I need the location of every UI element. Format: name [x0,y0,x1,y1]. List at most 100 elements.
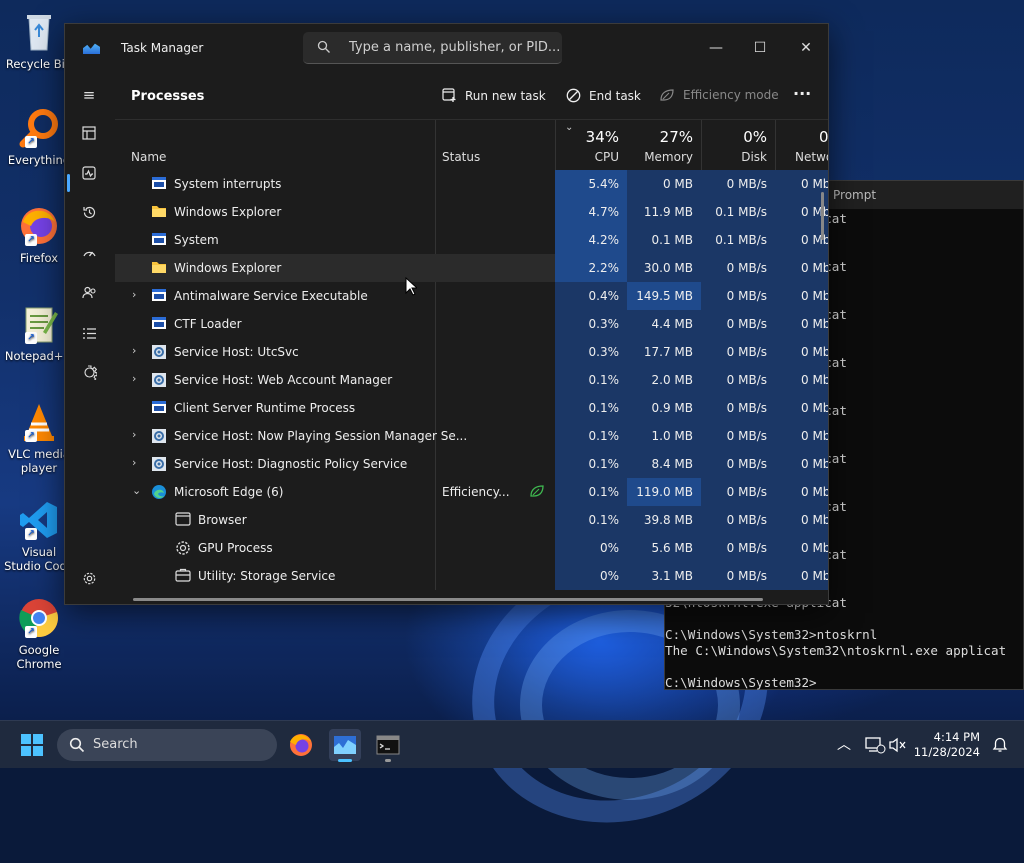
sort-chevron-icon: ⌄ [565,122,574,133]
memory-cell: 17.7 MB [627,338,701,366]
services-nav-icon[interactable] [78,364,100,386]
show-hidden-icons-chevron-icon[interactable]: ︿ [828,729,860,761]
process-row[interactable]: › Service Host: Web Account Manager 0.1% 2.… [115,366,828,394]
notification-bell-icon[interactable] [984,729,1016,761]
process-name: System interrupts [174,177,282,191]
network-cell: 0 Mbps [775,478,828,506]
memory-column-header[interactable]: 27% Memory [627,120,701,170]
memory-cell: 8.4 MB [627,450,701,478]
task-manager-logo-icon [83,43,100,54]
cpu-cell: 2.2% [555,254,627,282]
end-task-button[interactable]: End task [565,88,641,104]
process-status: Efficiency... [442,485,510,499]
folder-icon [151,204,167,218]
taskbar-terminal-button[interactable] [372,729,404,762]
cmd-title: Prompt [833,188,877,202]
system-window-icon [151,288,167,302]
disk-column-label: Disk [741,150,767,164]
more-options-button[interactable]: ··· [793,84,811,103]
process-row[interactable]: Utility: Storage Service 0% 3.1 MB 0 MB/s 0 … [115,562,828,590]
process-row[interactable]: › Service Host: Diagnostic Policy Service… [115,450,828,478]
process-row[interactable]: Browser 0.1%39.8 MB0 MB/s0 Mbps [115,506,828,534]
shortcut-arrow-icon: ↗ [25,430,37,442]
search-box[interactable]: Type a name, publisher, or PID... [303,32,562,64]
process-row[interactable]: GPU Process 0%5.6 MB0 MB/s0 Mbps [115,534,828,562]
process-row[interactable]: ⌄ Microsoft Edge (6) Efficiency... 0.1% 119.… [115,478,828,506]
users-nav-icon[interactable] [78,284,100,306]
processes-nav-icon[interactable] [78,124,100,146]
settings-gear-icon[interactable] [78,570,100,592]
network-column-label: Network [795,150,828,164]
disk-cell: 0 MB/s [701,506,775,534]
maximize-button[interactable]: ☐ [745,34,775,62]
process-row[interactable]: Windows Explorer 2.2%30.0 MB0 MB/s0 Mbps [115,254,828,282]
process-name: Client Server Runtime Process [174,401,356,415]
minimize-button[interactable]: — [701,34,731,62]
process-row[interactable]: Windows Explorer4.7%11.9 MB0.1 MB/s0 Mbp… [115,198,828,226]
command-prompt-icon [376,735,400,755]
network-cell: 0 Mbps [775,366,828,394]
end-task-icon [565,88,581,104]
volume-muted-icon[interactable] [882,729,914,761]
startup-apps-nav-icon[interactable] [78,244,100,266]
vertical-scrollbar[interactable] [821,192,824,240]
taskbar-task-manager-button[interactable] [329,729,361,762]
vlc-icon: ↗ [17,400,61,444]
expand-chevron-right-icon[interactable]: › [132,372,136,385]
network-cell: 0 Mbps [775,506,828,534]
run-new-task-button[interactable]: Run new task [441,88,546,104]
horizontal-scrollbar[interactable] [133,598,763,601]
expand-chevron-down-icon[interactable]: ⌄ [132,484,141,497]
recycle-bin-icon [17,10,61,54]
cpu-column-header[interactable]: ⌄ 34% CPU [555,120,627,170]
status-column-header[interactable]: Status [435,120,555,170]
process-row[interactable]: System interrupts5.4%0 MB0 MB/s0 Mbps [115,170,828,198]
vscode-icon: ↗ [17,498,61,542]
task-manager-window[interactable]: Task Manager Type a name, publisher, or … [64,23,829,605]
system-clock[interactable]: 4:14 PM 11/28/2024 [914,730,980,760]
cpu-cell: 0.3% [555,310,627,338]
command-bar: Processes Run new task End task Efficien… [115,72,828,120]
taskbar-firefox-button[interactable] [285,729,317,761]
close-button[interactable]: ✕ [791,34,821,62]
hamburger-menu-icon[interactable]: ≡ [78,84,100,106]
expand-chevron-right-icon[interactable]: › [132,288,136,301]
shortcut-arrow-icon: ↗ [25,528,37,540]
disk-total: 0% [743,128,767,146]
process-row[interactable]: › Service Host: Now Playing Session Manag… [115,422,828,450]
expand-chevron-right-icon[interactable]: › [132,456,136,469]
title-bar[interactable]: Task Manager Type a name, publisher, or … [65,24,828,72]
gear-icon [151,372,167,387]
taskbar-search-box[interactable]: Search [57,729,277,761]
details-nav-icon[interactable] [78,324,100,346]
cpu-cell: 0.1% [555,366,627,394]
cpu-cell: 4.2% [555,226,627,254]
desktop-icon-chrome[interactable]: ↗ Google Chrome [4,596,74,671]
system-window-icon [151,176,167,190]
process-row[interactable]: › Antimalware Service Executable 0.4% 149.5… [115,282,828,310]
process-list[interactable]: System interrupts5.4%0 MB0 MB/s0 MbpsWin… [115,170,828,590]
network-cell: 0 Mbps [775,254,828,282]
process-row[interactable]: System4.2%0.1 MB0.1 MB/s0 Mbps [115,226,828,254]
memory-cell: 3.1 MB [627,562,701,590]
process-row[interactable]: Client Server Runtime Process 0.1% 0.9 MB 0… [115,394,828,422]
app-history-nav-icon[interactable] [78,204,100,226]
disk-column-header[interactable]: 0% Disk [701,120,775,170]
taskbar-search-placeholder: Search [93,737,138,752]
shortcut-arrow-icon: ↗ [25,234,37,246]
name-column-header[interactable]: Name [115,120,435,170]
expand-chevron-right-icon[interactable]: › [132,428,136,441]
desktop-icon-label: Google Chrome [16,643,62,671]
system-window-icon [151,232,167,246]
utility-case-icon [175,568,191,582]
start-button[interactable] [16,729,48,761]
expand-chevron-right-icon[interactable]: › [132,344,136,357]
network-column-header[interactable]: 0% Network [775,120,828,170]
network-cell: 0 Mbps [775,562,828,590]
efficiency-mode-button[interactable]: Efficiency mode [659,88,779,104]
process-row[interactable]: CTF Loader 0.3%4.4 MB0 MB/s0 Mbps [115,310,828,338]
cpu-cell: 0.4% [555,282,627,310]
process-row[interactable]: › Service Host: UtcSvc 0.3% 17.7 MB 0 MB/s 0 … [115,338,828,366]
performance-nav-icon[interactable] [78,164,100,186]
